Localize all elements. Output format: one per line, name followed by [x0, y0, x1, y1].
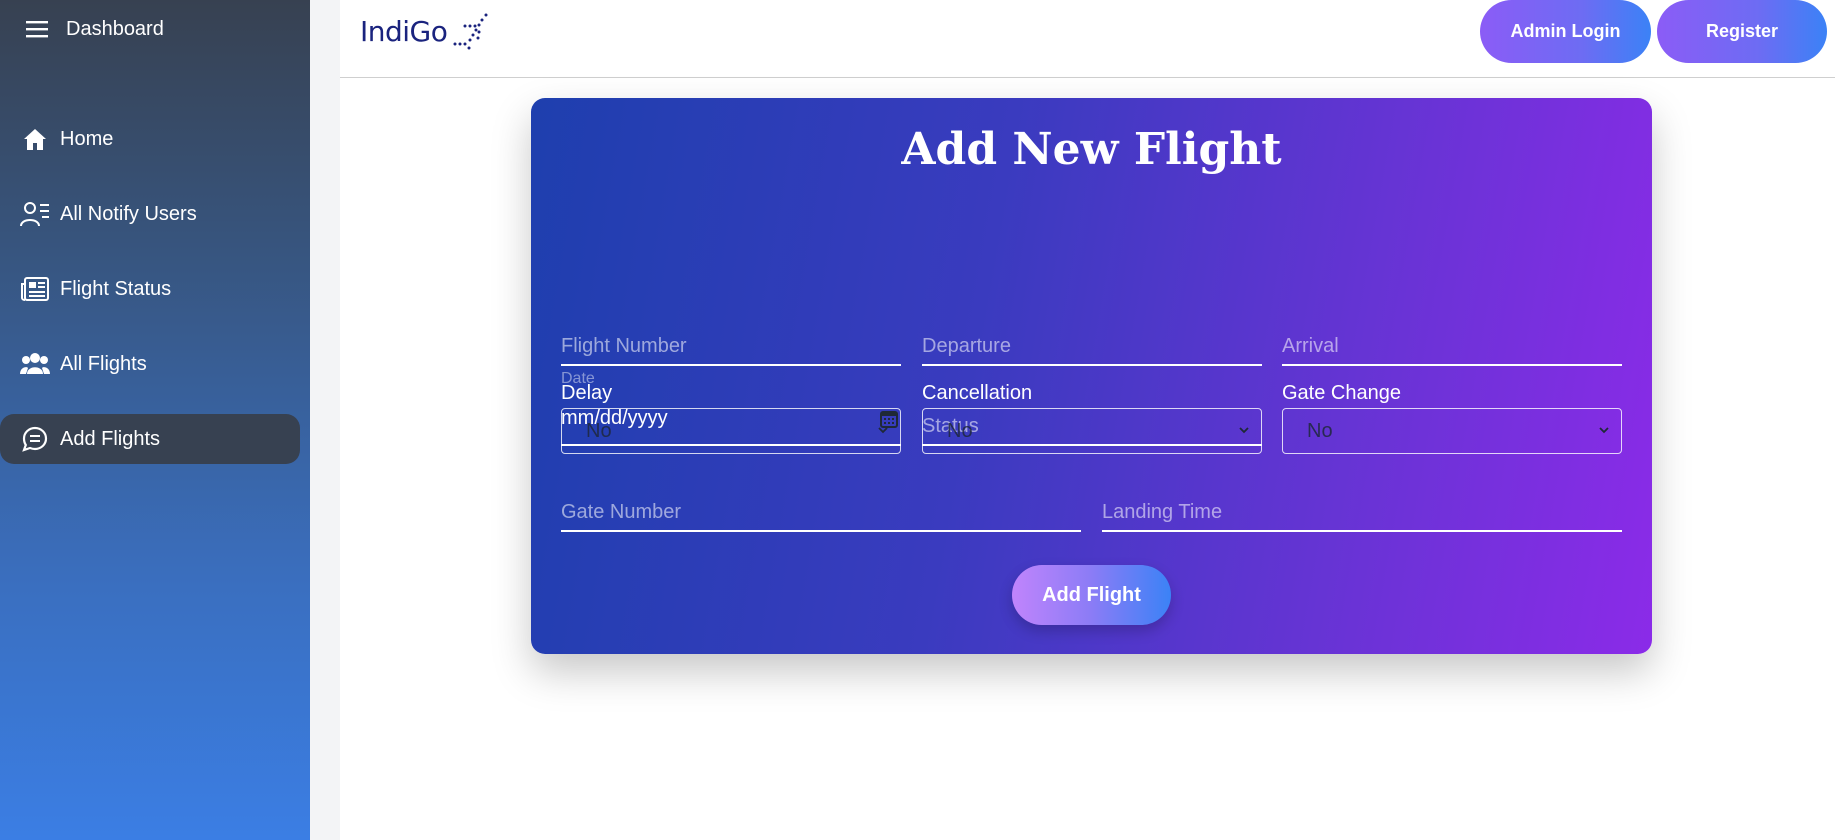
admin-login-button[interactable]: Admin Login: [1480, 0, 1651, 63]
flight-number-field: [561, 314, 901, 366]
gate-change-label: Gate Change: [1282, 382, 1401, 404]
sidebar-item-label: Home: [60, 127, 114, 150]
cancellation-select[interactable]: No: [922, 408, 1262, 454]
arrival-field: [1282, 314, 1622, 366]
add-flight-button[interactable]: Add Flight: [1012, 565, 1171, 625]
users-list-icon: [20, 199, 50, 229]
landing-time-input[interactable]: [1102, 501, 1622, 524]
people-group-icon: [20, 349, 50, 379]
indigo-logo[interactable]: IndiGo: [360, 10, 491, 52]
sidebar-item-label: All Flights: [60, 352, 147, 375]
gate-change-select-value: No: [1307, 419, 1333, 442]
logo-text: IndiGo: [360, 14, 448, 48]
plane-dots-icon: [453, 13, 488, 50]
sidebar-item-label: Add Flights: [60, 427, 161, 450]
sidebar-header[interactable]: Dashboard: [22, 14, 164, 44]
arrival-input[interactable]: [1282, 335, 1622, 358]
landing-time-field: [1102, 480, 1622, 532]
gate-change-select[interactable]: No: [1282, 408, 1622, 454]
delay-select[interactable]: No: [561, 408, 901, 454]
add-flight-form-card: Add New Flight Date mm/dd/yyyy Delay No …: [531, 98, 1652, 654]
flight-number-input[interactable]: [561, 335, 901, 358]
chevron-down-icon: [1599, 427, 1609, 434]
gate-number-field: [561, 480, 1081, 532]
cancellation-label: Cancellation: [922, 382, 1033, 404]
sidebar-header-label: Dashboard: [66, 17, 164, 40]
newspaper-icon: [20, 274, 50, 304]
sidebar-item-flight-status[interactable]: Flight Status: [0, 264, 300, 314]
form-title: Add New Flight: [901, 124, 1282, 175]
content-gutter: [310, 0, 340, 840]
register-button[interactable]: Register: [1657, 0, 1827, 63]
departure-field: [922, 314, 1262, 366]
sidebar: Dashboard Home All Notify Users Flight S…: [0, 0, 310, 840]
gate-number-input[interactable]: [561, 501, 1081, 524]
top-navbar: IndiGo Admin Login Register: [340, 0, 1835, 78]
sidebar-item-all-notify-users[interactable]: All Notify Users: [0, 189, 300, 239]
chevron-down-icon: [1239, 427, 1249, 434]
delay-label: Delay: [561, 382, 613, 404]
cancellation-select-value: No: [947, 419, 973, 442]
home-icon: [20, 124, 50, 154]
chevron-down-icon: [878, 427, 888, 434]
sidebar-item-all-flights[interactable]: All Flights: [0, 339, 300, 389]
chat-icon: [20, 424, 50, 454]
hamburger-menu-icon[interactable]: [22, 14, 52, 44]
delay-select-value: No: [586, 419, 612, 442]
sidebar-item-label: All Notify Users: [60, 202, 197, 225]
departure-input[interactable]: [922, 335, 1262, 358]
sidebar-item-home[interactable]: Home: [0, 114, 300, 164]
sidebar-item-add-flights[interactable]: Add Flights: [0, 414, 300, 464]
sidebar-item-label: Flight Status: [60, 277, 172, 300]
